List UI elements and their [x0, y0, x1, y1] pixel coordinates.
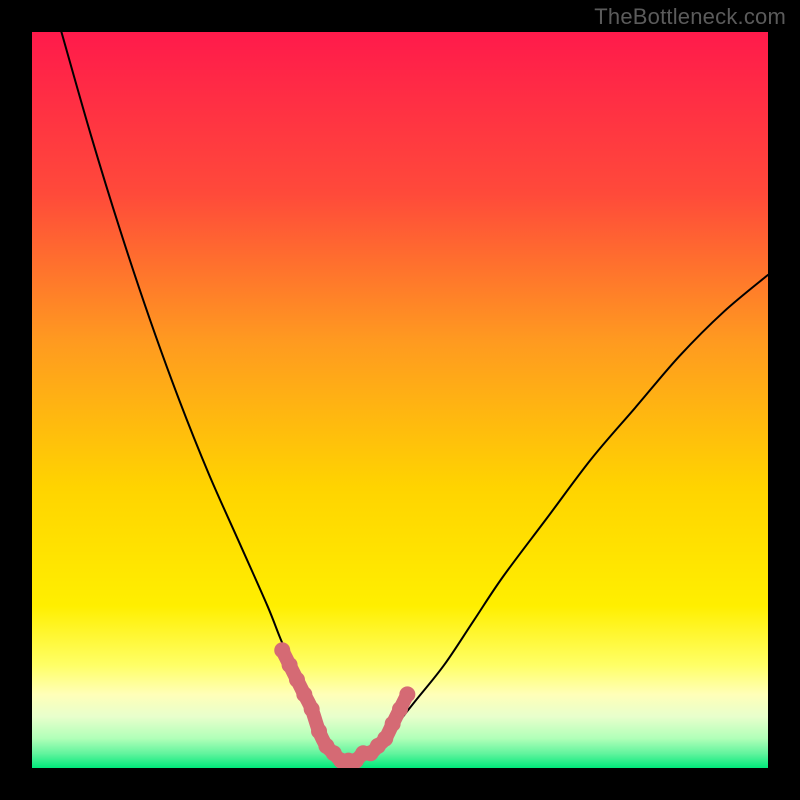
marker-dot — [282, 657, 298, 673]
watermark-text: TheBottleneck.com — [594, 4, 786, 30]
marker-dot — [392, 701, 408, 717]
marker-dot — [311, 723, 327, 739]
marker-dot — [377, 731, 393, 747]
marker-dot — [296, 686, 312, 702]
marker-dot — [274, 642, 290, 658]
chart-frame: TheBottleneck.com — [0, 0, 800, 800]
marker-dot — [304, 701, 320, 717]
chart-plot — [32, 32, 768, 768]
marker-dot — [385, 716, 401, 732]
marker-dot — [289, 672, 305, 688]
chart-background — [32, 32, 768, 768]
marker-dot — [399, 686, 415, 702]
